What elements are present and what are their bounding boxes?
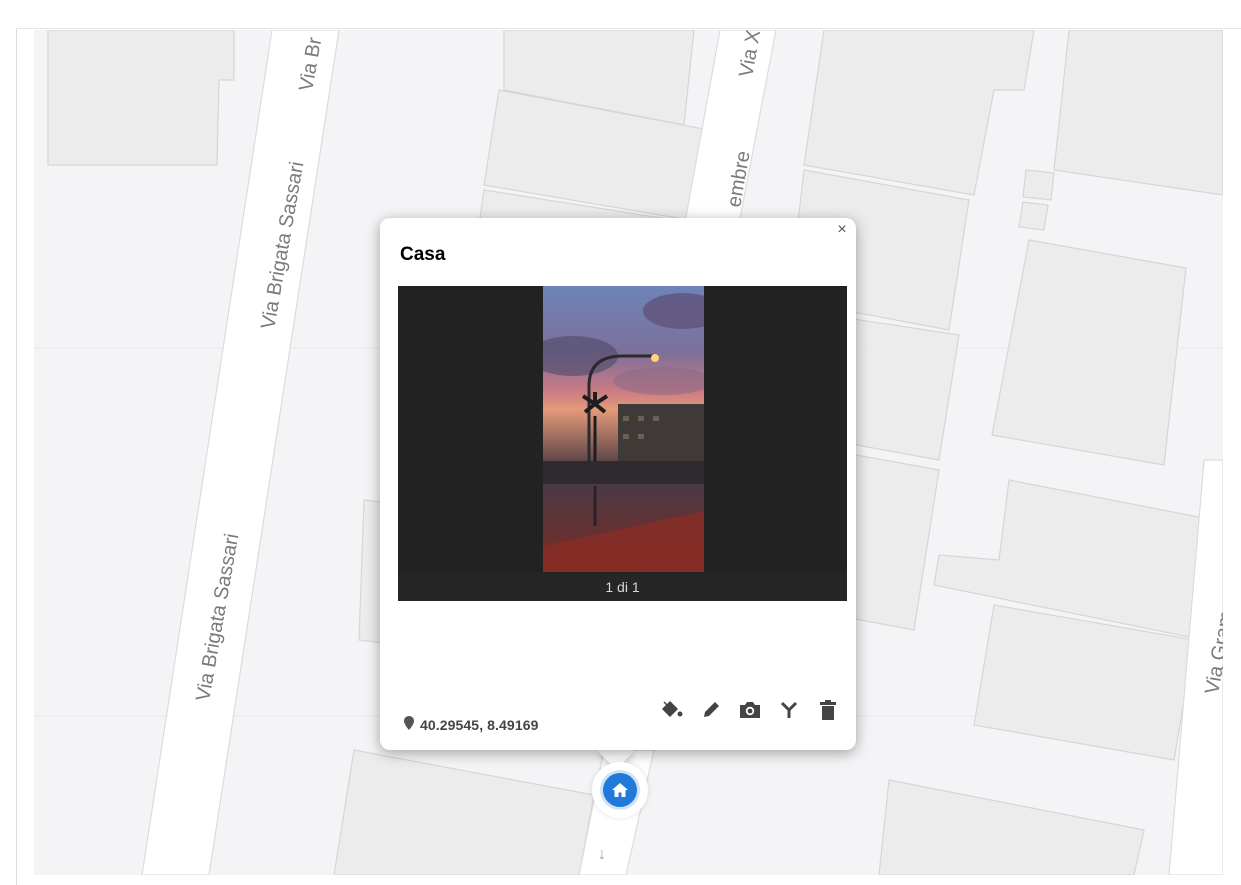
location-marker[interactable]: [592, 762, 648, 818]
home-icon: [603, 773, 637, 807]
direction-arrow-icon: ↓: [598, 846, 606, 863]
paint-bucket-icon[interactable]: [660, 698, 684, 722]
popup-title: Casa: [400, 244, 446, 265]
left-frame: [0, 0, 17, 885]
gallery-counter: 1 di 1: [398, 573, 847, 601]
route-split-icon[interactable]: [777, 698, 801, 722]
marker-popup: × Casa 1 di 1 40.29545, 8.49169: [380, 218, 856, 750]
photo-thumbnail[interactable]: [543, 286, 704, 572]
close-button[interactable]: ×: [834, 222, 850, 238]
pencil-icon[interactable]: [699, 698, 723, 722]
trash-icon[interactable]: [816, 698, 840, 722]
photo-gallery[interactable]: 1 di 1: [398, 286, 847, 601]
top-frame: [16, 0, 1241, 29]
camera-icon[interactable]: [738, 698, 762, 722]
coordinates: 40.29545, 8.49169: [404, 716, 538, 733]
popup-actions: [660, 698, 840, 722]
map-pin-icon: [404, 716, 414, 733]
coordinates-text: 40.29545, 8.49169: [420, 716, 539, 733]
